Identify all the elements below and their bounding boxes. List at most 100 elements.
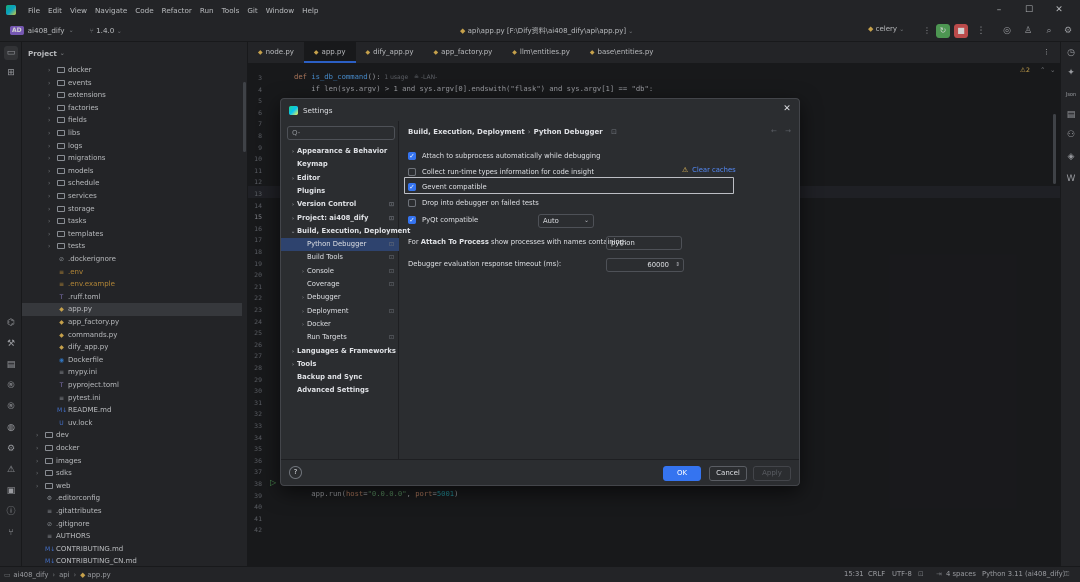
settings-nav-item[interactable]: ⌄ Build, Execution, Deployment: [281, 225, 411, 239]
cancel-button[interactable]: Cancel: [709, 466, 747, 481]
help-button[interactable]: ?: [289, 466, 302, 479]
back-arrow-icon[interactable]: ←: [771, 127, 777, 135]
settings-nav-item[interactable]: Build Tools ⊡: [281, 251, 399, 264]
settings-title-bar[interactable]: Settings: [281, 99, 799, 121]
settings-nav-label: Console: [307, 266, 334, 275]
breadcrumb-current: Python Debugger: [533, 128, 603, 136]
chevron-right-icon[interactable]: ›: [289, 199, 297, 212]
debugger-option[interactable]: Drop into debugger on failed tests: [408, 196, 539, 209]
settings-nav-item[interactable]: › Console ⊡: [281, 265, 399, 278]
debugger-option-label: PyQt compatible: [422, 215, 479, 224]
settings-sidebar: Q- › Appearance & Behavior Keymap › Editor Pl…: [281, 121, 411, 459]
timeout-input[interactable]: 60000 ⇕: [606, 258, 684, 272]
settings-nav-item[interactable]: Python Debugger ⊡: [281, 238, 399, 252]
debugger-option-label: Drop into debugger on failed tests: [422, 198, 539, 207]
settings-content: Build, Execution, Deployment › Python Debu…: [400, 121, 799, 459]
chevron-right-icon[interactable]: ›: [299, 266, 307, 279]
chevron-down-icon: ⌄: [583, 217, 589, 224]
chevron-down-icon[interactable]: ⌄: [289, 226, 297, 239]
chevron-right-icon[interactable]: ›: [299, 292, 307, 305]
settings-nav-item[interactable]: › Editor: [281, 172, 399, 185]
chevron-right-icon[interactable]: ›: [289, 359, 297, 372]
settings-nav-item[interactable]: Run Targets ⊡: [281, 331, 399, 344]
settings-nav-label: Tools: [297, 359, 317, 368]
debugger-option[interactable]: ✓ PyQt compatible: [408, 213, 478, 226]
chevron-right-icon[interactable]: ›: [289, 213, 297, 226]
chevron-right-icon[interactable]: ›: [289, 146, 297, 159]
settings-nav-item[interactable]: › Tools: [281, 358, 399, 371]
settings-nav-item[interactable]: › Languages & Frameworks: [281, 345, 399, 358]
settings-nav-item[interactable]: › Version Control ⊡: [281, 198, 399, 211]
clear-caches-label: Clear caches: [692, 166, 736, 174]
checkbox-checked-icon[interactable]: ✓: [408, 182, 416, 191]
settings-nav-item[interactable]: Advanced Settings: [281, 384, 399, 397]
project-level-icon: ⊡: [388, 267, 394, 275]
settings-nav-label: Debugger: [307, 293, 341, 302]
settings-nav-label: Build, Execution, Deployment: [297, 226, 411, 235]
project-level-icon: ⊡: [388, 307, 394, 315]
label-bold: Attach To Process: [420, 238, 489, 246]
settings-nav-item[interactable]: Coverage ⊡: [281, 278, 399, 291]
settings-nav-label: Build Tools: [307, 253, 343, 262]
settings-nav-label: Advanced Settings: [297, 386, 369, 395]
checkbox-checked-icon[interactable]: ✓: [408, 215, 416, 224]
settings-nav-label: Coverage: [307, 280, 340, 288]
breadcrumb-parent[interactable]: Build, Execution, Deployment: [408, 128, 525, 136]
settings-search-input[interactable]: Q-: [287, 126, 395, 140]
settings-nav-label: Python Debugger: [307, 240, 367, 249]
project-level-icon: ⊡: [388, 334, 394, 342]
chevron-right-icon[interactable]: ›: [289, 173, 297, 186]
settings-nav-item[interactable]: › Deployment ⊡: [281, 305, 399, 318]
pyqt-mode-select[interactable]: Auto ⌄: [538, 214, 594, 228]
project-level-icon: ⊡: [388, 201, 394, 209]
settings-footer: ? OK Cancel Apply: [281, 459, 799, 485]
clear-caches-link[interactable]: ⚠ Clear caches: [682, 166, 736, 174]
forward-arrow-icon[interactable]: →: [785, 127, 791, 135]
pyqt-mode-value: Auto: [543, 217, 559, 225]
label-part: For: [408, 238, 421, 246]
checkbox-unchecked-icon[interactable]: [408, 167, 416, 176]
settings-nav-label: Version Control: [297, 200, 357, 209]
debugger-option-label: Collect run-time types information for c…: [422, 167, 595, 176]
debugger-option-label: Attach to subprocess automatically while…: [422, 151, 601, 160]
settings-nav-label: Keymap: [297, 160, 328, 169]
breadcrumb-separator-icon: ›: [527, 128, 531, 136]
debugger-option[interactable]: ✓ Attach to subprocess automatically whil…: [408, 149, 600, 162]
settings-nav-label: Project: ai408_dify: [297, 213, 369, 222]
apply-button[interactable]: Apply: [753, 466, 791, 481]
settings-nav-item[interactable]: › Docker: [281, 318, 399, 331]
debugger-option[interactable]: Collect run-time types information for c…: [408, 165, 594, 178]
project-level-icon: ⊡: [388, 281, 394, 288]
settings-nav-label: Appearance & Behavior: [297, 147, 388, 155]
settings-breadcrumb: Build, Execution, Deployment › Python Debu…: [408, 128, 617, 136]
settings-nav-item[interactable]: Plugins: [281, 185, 399, 198]
process-name-input[interactable]: python: [606, 236, 682, 250]
settings-nav-label: Backup and Sync: [297, 373, 363, 382]
chevron-right-icon[interactable]: ›: [299, 306, 307, 319]
project-level-icon: ⊡: [388, 254, 394, 262]
settings-nav-label: Languages & Frameworks: [297, 346, 396, 355]
settings-nav-label: Deployment: [307, 306, 349, 315]
spinner-icon[interactable]: ⇕: [675, 259, 680, 271]
history-arrows: ← →: [771, 127, 791, 135]
debugger-option[interactable]: ✓ Gevent compatible: [408, 180, 487, 193]
settings-dialog: Settings ✕ Q- › Appearance & Behavior Keym…: [280, 98, 800, 486]
pycharm-logo-icon: [289, 105, 298, 115]
settings-nav-item[interactable]: Backup and Sync: [281, 371, 399, 384]
pin-icon: ⊡: [611, 128, 618, 136]
settings-nav-item[interactable]: Keymap: [281, 158, 399, 171]
timeout-value: 60000: [647, 261, 669, 269]
settings-nav-label: Run Targets: [307, 333, 347, 342]
settings-nav-item[interactable]: › Project: ai408_dify ⊡: [281, 212, 399, 225]
attach-process-label: For Attach To Process show processes wit…: [408, 238, 626, 246]
settings-nav-item[interactable]: › Debugger: [281, 291, 399, 304]
ok-button[interactable]: OK: [663, 466, 701, 481]
checkbox-checked-icon[interactable]: ✓: [408, 151, 416, 160]
debugger-option-label: Gevent compatible: [422, 182, 487, 191]
close-icon[interactable]: ✕: [781, 103, 793, 115]
checkbox-unchecked-icon[interactable]: [408, 198, 416, 207]
settings-nav-item[interactable]: › Appearance & Behavior: [281, 145, 399, 158]
warning-icon: ⚠: [682, 166, 689, 174]
chevron-right-icon[interactable]: ›: [289, 346, 297, 359]
chevron-right-icon[interactable]: ›: [299, 319, 307, 332]
